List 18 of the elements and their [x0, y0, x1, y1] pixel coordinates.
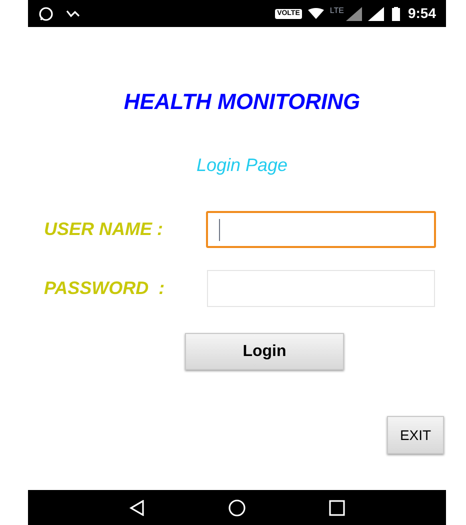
recents-icon[interactable] — [328, 500, 345, 516]
home-icon[interactable] — [228, 498, 246, 516]
input-field[interactable] — [206, 211, 436, 248]
clock-time: 9:54 — [408, 4, 436, 23]
back-icon[interactable] — [129, 500, 146, 516]
field-label: USER NAME : — [43, 218, 164, 241]
exit-button[interactable]: EXIT — [387, 416, 444, 454]
signal-icon — [368, 6, 384, 20]
battery-icon — [392, 6, 400, 20]
chat-icon — [38, 6, 54, 22]
field-label: PASSWORD : — [43, 277, 166, 300]
network-type: LTE — [330, 5, 344, 17]
missed-call-icon — [66, 8, 80, 20]
app-title: HEALTH MONITORING — [122, 88, 362, 116]
signal-icon — [346, 6, 362, 20]
login-button[interactable]: Login — [185, 333, 344, 370]
page-subtitle: Login Page — [195, 154, 289, 177]
wifi-icon — [308, 8, 324, 20]
